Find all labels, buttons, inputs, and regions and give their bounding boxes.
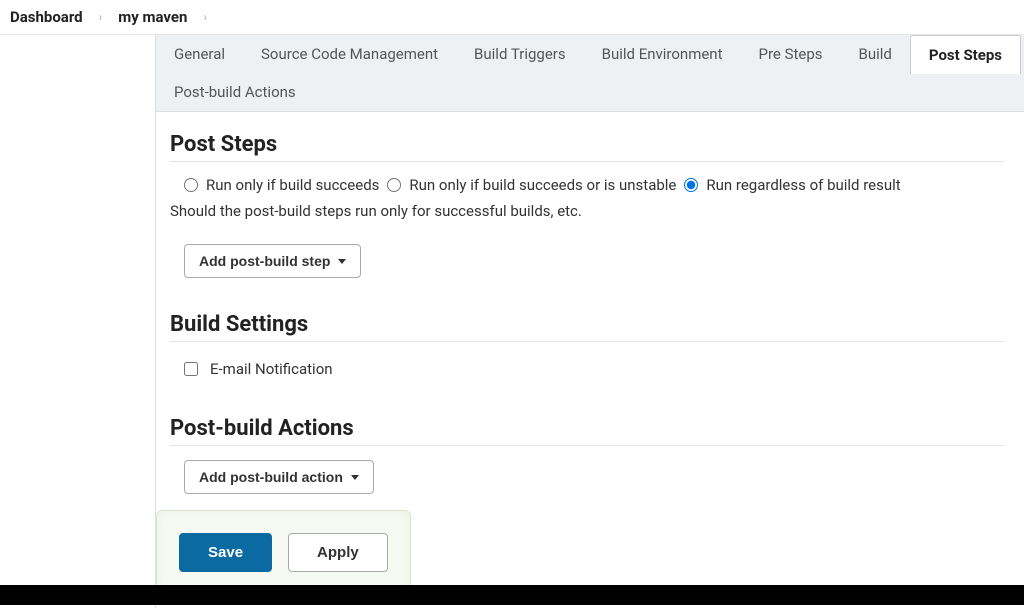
radio-label-regardless: Run regardless of build result <box>706 176 900 194</box>
add-post-build-step-button[interactable]: Add post-build step <box>184 244 361 278</box>
radio-run-regardless[interactable]: Run regardless of build result <box>684 176 900 194</box>
email-notification-row[interactable]: E-mail Notification <box>170 352 1004 386</box>
tab-bar: General Source Code Management Build Tri… <box>156 35 1024 112</box>
caret-down-icon <box>338 259 346 264</box>
tab-build-triggers[interactable]: Build Triggers <box>456 35 584 73</box>
tab-general[interactable]: General <box>156 35 243 73</box>
email-notification-label: E-mail Notification <box>210 360 333 378</box>
sidebar <box>0 35 156 608</box>
radio-label-succeeds: Run only if build succeeds <box>206 176 379 194</box>
email-notification-checkbox[interactable] <box>184 362 198 376</box>
add-post-build-step-label: Add post-build step <box>199 253 330 269</box>
tab-pre-steps[interactable]: Pre Steps <box>741 35 841 73</box>
radio-input-regardless[interactable] <box>684 178 698 192</box>
apply-button[interactable]: Apply <box>288 533 388 572</box>
screenshot-edge <box>0 585 1024 605</box>
radio-input-succeeds[interactable] <box>184 178 198 192</box>
tab-build-environment[interactable]: Build Environment <box>584 35 741 73</box>
section-title-post-build-actions: Post-build Actions <box>170 406 1004 446</box>
chevron-right-icon: › <box>199 10 211 24</box>
tab-post-build-actions[interactable]: Post-build Actions <box>156 73 314 111</box>
add-post-build-action-button[interactable]: Add post-build action <box>184 460 374 494</box>
footer-actions: Save Apply <box>156 510 411 595</box>
post-steps-radio-group: Run only if build succeeds Run only if b… <box>170 172 1004 202</box>
breadcrumb-project[interactable]: my maven <box>112 6 193 28</box>
radio-run-unstable[interactable]: Run only if build succeeds or is unstabl… <box>387 176 676 194</box>
save-button[interactable]: Save <box>179 533 272 572</box>
tab-source-code-management[interactable]: Source Code Management <box>243 35 456 73</box>
breadcrumb-dashboard[interactable]: Dashboard <box>4 6 89 28</box>
radio-label-unstable: Run only if build succeeds or is unstabl… <box>409 176 676 194</box>
caret-down-icon <box>351 475 359 480</box>
radio-run-succeeds[interactable]: Run only if build succeeds <box>184 176 379 194</box>
radio-input-unstable[interactable] <box>387 178 401 192</box>
post-steps-help-text: Should the post-build steps run only for… <box>170 202 1004 220</box>
add-post-build-action-label: Add post-build action <box>199 469 343 485</box>
tab-post-steps[interactable]: Post Steps <box>910 35 1021 74</box>
section-title-build-settings: Build Settings <box>170 302 1004 342</box>
section-title-post-steps: Post Steps <box>170 122 1004 162</box>
breadcrumb: Dashboard › my maven › <box>0 0 1024 35</box>
tab-build[interactable]: Build <box>841 35 910 73</box>
chevron-right-icon: › <box>95 10 107 24</box>
